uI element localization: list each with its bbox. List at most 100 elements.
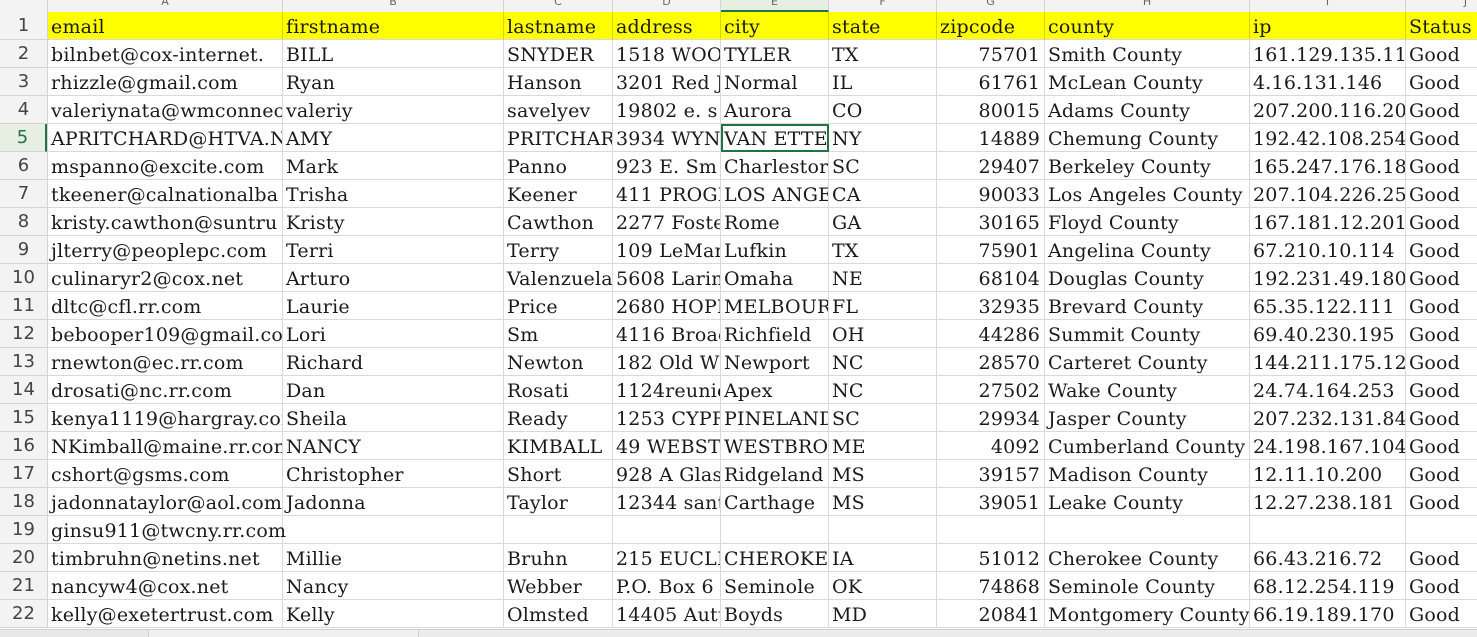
- cell-address[interactable]: 411 PROGRI: [613, 180, 721, 208]
- row-header-16[interactable]: 16: [0, 432, 47, 460]
- cell-city[interactable]: PINELAND: [721, 404, 829, 432]
- row-header-2[interactable]: 2: [0, 40, 47, 68]
- cell-status[interactable]: Good: [1406, 488, 1477, 516]
- cell-county[interactable]: Smith County: [1045, 40, 1250, 68]
- row-header-9[interactable]: 9: [0, 236, 47, 264]
- cell-county[interactable]: Chemung County: [1045, 124, 1250, 152]
- cell-firstname[interactable]: Arturo: [283, 264, 504, 292]
- cell-email[interactable]: kelly@exetertrust.com: [48, 600, 283, 628]
- cell-lastname[interactable]: Sm: [504, 320, 613, 348]
- cell-state[interactable]: [829, 516, 937, 544]
- cell-firstname[interactable]: Nancy: [283, 572, 504, 600]
- row-header-4[interactable]: 4: [0, 96, 47, 124]
- cell-address[interactable]: 49 WEBSTEI: [613, 432, 721, 460]
- row-header-17[interactable]: 17: [0, 460, 47, 488]
- cell-state[interactable]: IA: [829, 544, 937, 572]
- column-header-c[interactable]: C: [504, 0, 613, 12]
- cell-firstname[interactable]: Trisha: [283, 180, 504, 208]
- row-header-11[interactable]: 11: [0, 292, 47, 320]
- cell-status[interactable]: Good: [1406, 40, 1477, 68]
- cell-state[interactable]: SC: [829, 152, 937, 180]
- cell-firstname[interactable]: BILL: [283, 40, 504, 68]
- cell-county[interactable]: McLean County: [1045, 68, 1250, 96]
- cell-city[interactable]: LOS ANGELI: [721, 180, 829, 208]
- cell-zipcode[interactable]: 39051: [937, 488, 1045, 516]
- cell-status[interactable]: Good: [1406, 572, 1477, 600]
- cell-county[interactable]: Cherokee County: [1045, 544, 1250, 572]
- cell-county[interactable]: Summit County: [1045, 320, 1250, 348]
- column-header-f[interactable]: F: [829, 0, 937, 12]
- cell-county[interactable]: [1045, 516, 1250, 544]
- cell-lastname[interactable]: Hanson: [504, 68, 613, 96]
- cell-status[interactable]: Good: [1406, 432, 1477, 460]
- cell-zipcode[interactable]: 4092: [937, 432, 1045, 460]
- cell-address[interactable]: 215 EUCLII: [613, 544, 721, 572]
- cell-address[interactable]: P.O. Box 6: [613, 572, 721, 600]
- cell-state[interactable]: OH: [829, 320, 937, 348]
- column-header-b[interactable]: B: [283, 0, 504, 12]
- cell-lastname[interactable]: Ready: [504, 404, 613, 432]
- column-header-g[interactable]: G: [937, 0, 1045, 12]
- cell-county[interactable]: Seminole County: [1045, 572, 1250, 600]
- cell-status[interactable]: Good: [1406, 320, 1477, 348]
- cell-ip[interactable]: 24.74.164.253: [1250, 376, 1406, 404]
- cell-email[interactable]: bilnbet@cox-internet.: [48, 40, 283, 68]
- row-header-22[interactable]: 22: [0, 600, 47, 628]
- row-header-3[interactable]: 3: [0, 68, 47, 96]
- cell-ip[interactable]: 67.210.10.114: [1250, 236, 1406, 264]
- cell-email[interactable]: rhizzle@gmail.com: [48, 68, 283, 96]
- cell-county[interactable]: Los Angeles County: [1045, 180, 1250, 208]
- cell-status[interactable]: Good: [1406, 152, 1477, 180]
- cell-state[interactable]: GA: [829, 208, 937, 236]
- cell-city[interactable]: CHEROKEE: [721, 544, 829, 572]
- cell-city[interactable]: Normal: [721, 68, 829, 96]
- header-cell-firstname[interactable]: firstname: [283, 12, 504, 40]
- cell-lastname[interactable]: SNYDER: [504, 40, 613, 68]
- row-header-13[interactable]: 13: [0, 348, 47, 376]
- cell-zipcode[interactable]: 75701: [937, 40, 1045, 68]
- cell-county[interactable]: Brevard County: [1045, 292, 1250, 320]
- row-header-7[interactable]: 7: [0, 180, 47, 208]
- cell-lastname[interactable]: Price: [504, 292, 613, 320]
- cell-state[interactable]: OK: [829, 572, 937, 600]
- cell-email[interactable]: valeriynata@wmconnect: [48, 96, 283, 124]
- cell-email[interactable]: timbruhn@netins.net: [48, 544, 283, 572]
- column-header-e[interactable]: E: [721, 0, 829, 12]
- cell-state[interactable]: MS: [829, 488, 937, 516]
- cell-zipcode[interactable]: 14889: [937, 124, 1045, 152]
- cell-state[interactable]: CA: [829, 180, 937, 208]
- row-header-14[interactable]: 14: [0, 376, 47, 404]
- cell-zipcode[interactable]: 61761: [937, 68, 1045, 96]
- row-header-18[interactable]: 18: [0, 488, 47, 516]
- cell-zipcode[interactable]: 29934: [937, 404, 1045, 432]
- cell-city[interactable]: Newport: [721, 348, 829, 376]
- cell-ip[interactable]: 144.211.175.12: [1250, 348, 1406, 376]
- cell-firstname[interactable]: Richard: [283, 348, 504, 376]
- cell-lastname[interactable]: Valenzuela: [504, 264, 613, 292]
- cell-status[interactable]: Good: [1406, 348, 1477, 376]
- cell-email[interactable]: dltc@cfl.rr.com: [48, 292, 283, 320]
- header-cell-zipcode[interactable]: zipcode: [937, 12, 1045, 40]
- cell-city[interactable]: Lufkin: [721, 236, 829, 264]
- cell-ip[interactable]: 68.12.254.119: [1250, 572, 1406, 600]
- cell-ip[interactable]: 207.200.116.20: [1250, 96, 1406, 124]
- cell-email[interactable]: bebooper109@gmail.com: [48, 320, 283, 348]
- header-cell-city[interactable]: city: [721, 12, 829, 40]
- cell-status[interactable]: Good: [1406, 68, 1477, 96]
- cell-firstname[interactable]: Terri: [283, 236, 504, 264]
- cell-lastname[interactable]: Terry: [504, 236, 613, 264]
- header-cell-status[interactable]: Status: [1406, 12, 1477, 40]
- cell-zipcode[interactable]: 75901: [937, 236, 1045, 264]
- sheet-tab[interactable]: [0, 630, 149, 637]
- cell-city[interactable]: Boyds: [721, 600, 829, 628]
- cell-lastname[interactable]: [504, 516, 613, 544]
- cell-state[interactable]: CO: [829, 96, 937, 124]
- cell-email[interactable]: drosati@nc.rr.com: [48, 376, 283, 404]
- column-header-h[interactable]: H: [1045, 0, 1250, 12]
- cell-status[interactable]: Good: [1406, 264, 1477, 292]
- cell-county[interactable]: Floyd County: [1045, 208, 1250, 236]
- row-header-1[interactable]: 1: [0, 12, 47, 40]
- cell-lastname[interactable]: Cawthon: [504, 208, 613, 236]
- cell-address[interactable]: 109 LeMans: [613, 236, 721, 264]
- header-cell-state[interactable]: state: [829, 12, 937, 40]
